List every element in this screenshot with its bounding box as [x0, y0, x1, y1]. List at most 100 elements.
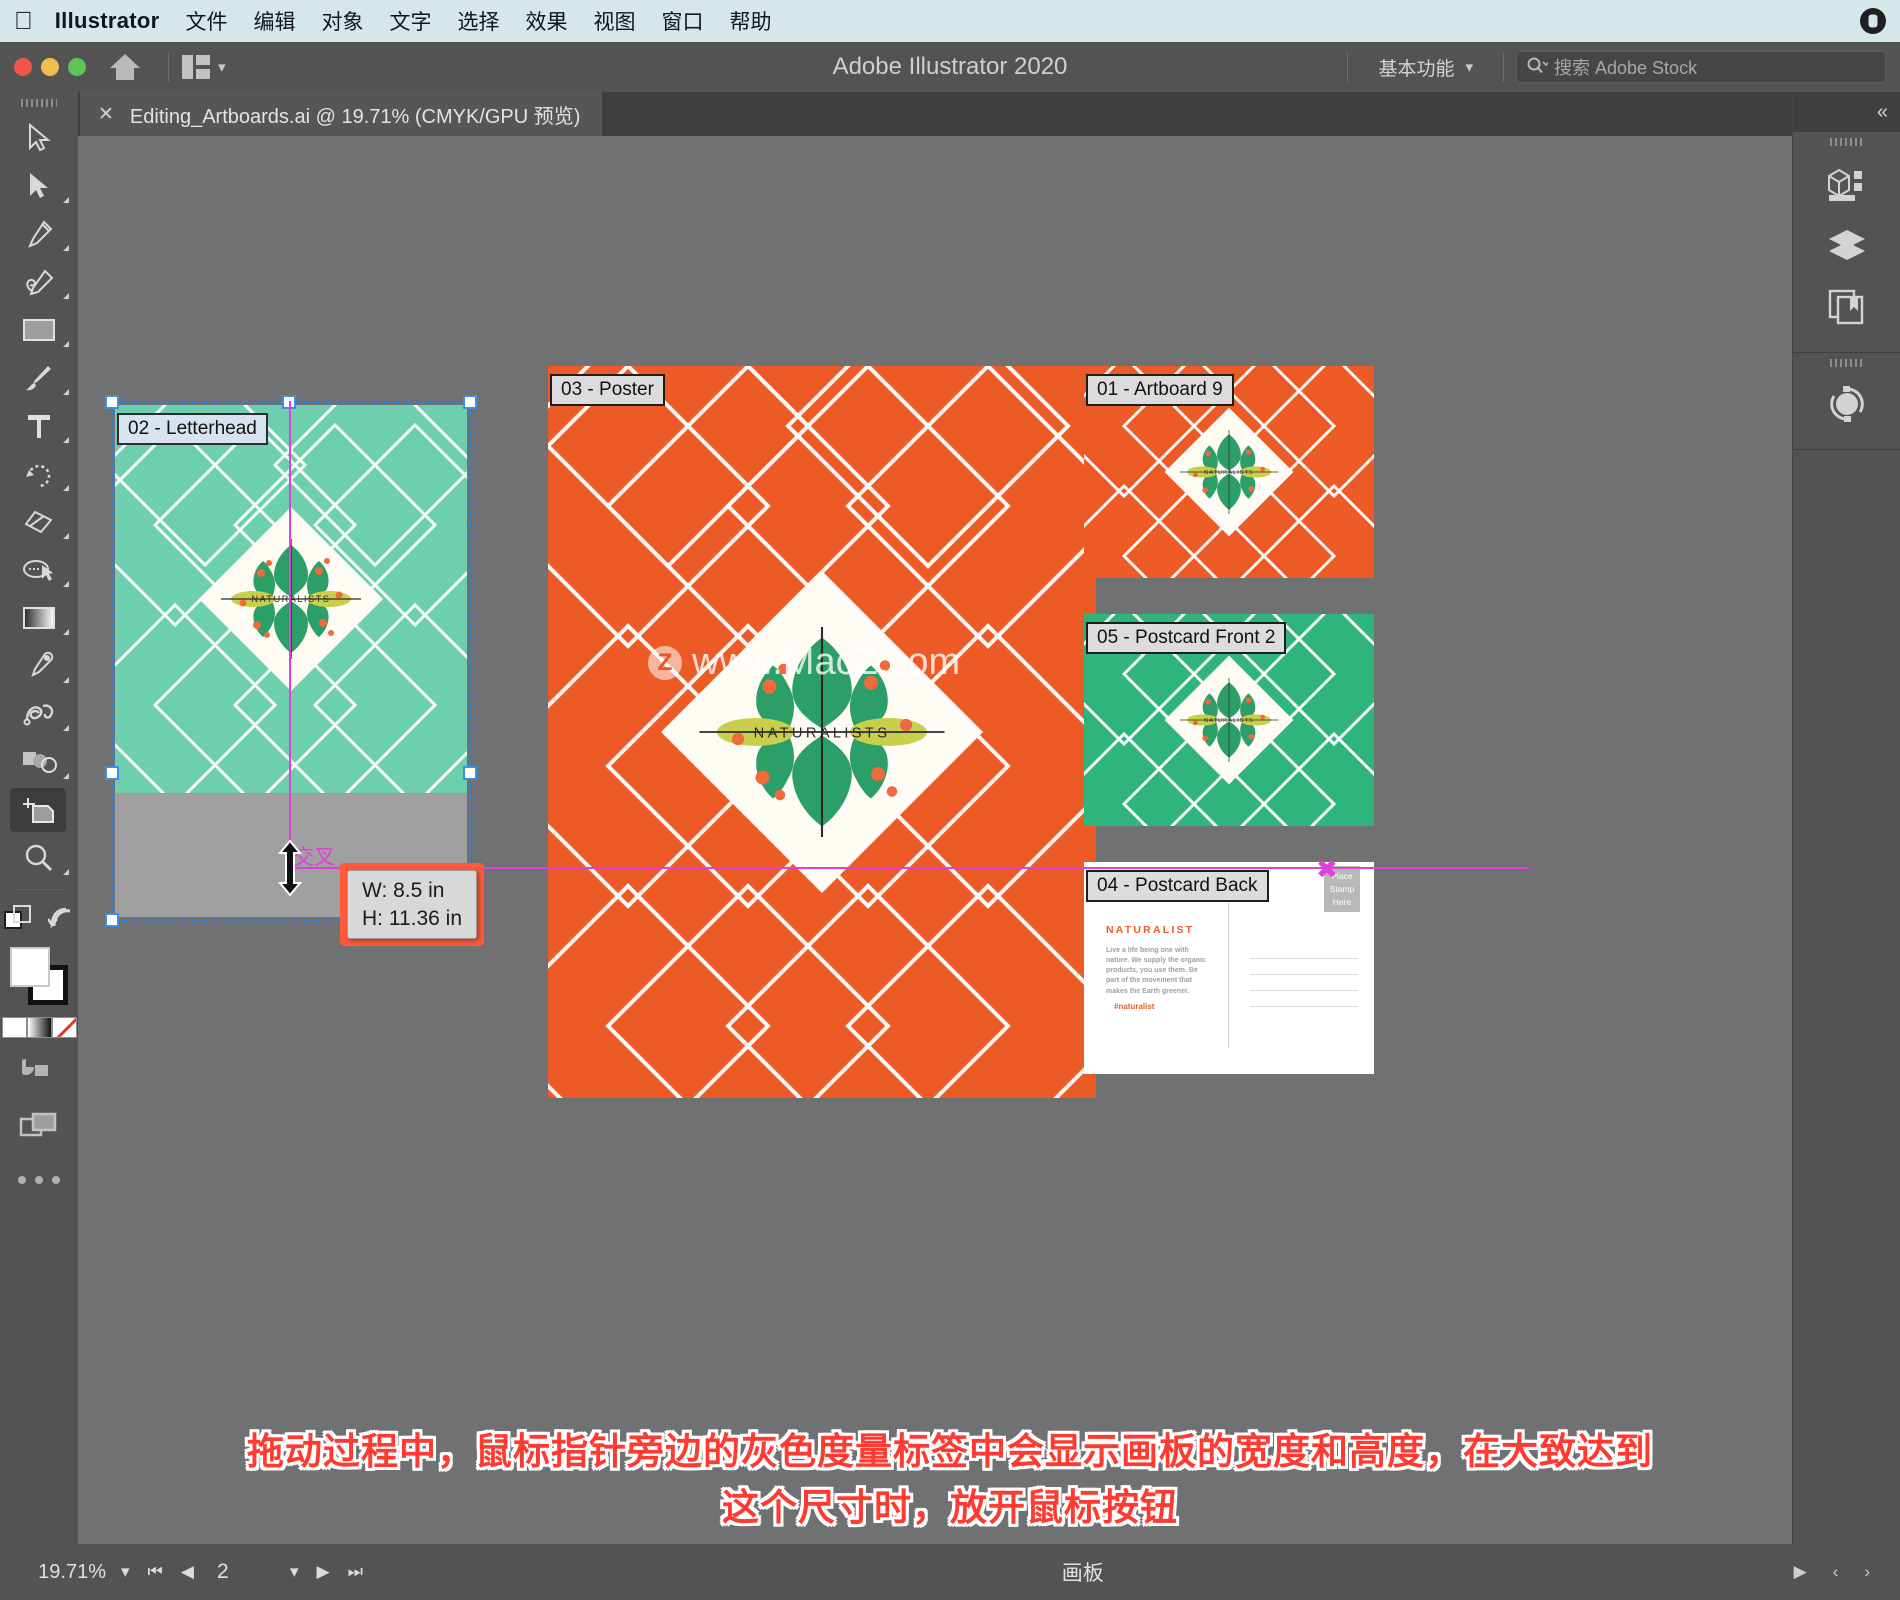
menu-object[interactable]: 对象: [322, 6, 364, 36]
menu-view[interactable]: 视图: [594, 6, 636, 36]
search-icon: [1526, 56, 1550, 79]
siri-icon[interactable]: [1860, 8, 1886, 34]
artboard-poster[interactable]: NATURALISTS 03 - Poster: [548, 366, 1096, 1098]
workspace-label: 基本功能: [1378, 58, 1455, 80]
tools-panel-grip[interactable]: [0, 92, 78, 114]
tools-secondary-row: [0, 897, 78, 943]
apple-logo-icon[interactable]: : [14, 8, 33, 34]
menu-edit[interactable]: 编辑: [254, 6, 296, 36]
edit-toolbar-ellipsis-icon[interactable]: [0, 1176, 78, 1184]
rotate-tool[interactable]: [0, 450, 78, 498]
artboard-label-poster[interactable]: 03 - Poster: [550, 374, 665, 406]
screen-mode-icon[interactable]: [4, 904, 34, 936]
menu-help[interactable]: 帮助: [730, 6, 772, 36]
panel-group-1-grip[interactable]: [1793, 132, 1900, 152]
fill-stroke-swatches[interactable]: [10, 947, 68, 1005]
tool-flyout-indicator-icon: [63, 389, 69, 395]
arrange-documents-icon[interactable]: ▾: [181, 54, 226, 80]
libraries-panel-icon[interactable]: [1793, 276, 1900, 338]
paintbrush-tool[interactable]: [0, 354, 78, 402]
properties-panel-icon[interactable]: [1793, 152, 1900, 214]
screen-mode-toggle-button[interactable]: [0, 1096, 78, 1154]
artboard-label-artboard9[interactable]: 01 - Artboard 9: [1086, 374, 1234, 406]
measurement-height: H: 11.36 in: [362, 906, 463, 930]
artboard-letterhead[interactable]: NATURALISTS 02 - Letterhead: [115, 405, 467, 793]
panels-dock: «: [1792, 92, 1900, 1600]
menu-select[interactable]: 选择: [458, 6, 500, 36]
macos-menubar:  Illustrator 文件 编辑 对象 文字 选择 效果 视图 窗口 帮助: [0, 0, 1900, 42]
application-titlebar: ▾ Adobe Illustrator 2020 基本功能 ▾ 搜索 Adobe…: [0, 42, 1900, 92]
menu-type[interactable]: 文字: [390, 6, 432, 36]
adobe-stock-search[interactable]: 搜索 Adobe Stock: [1516, 51, 1886, 83]
document-tabbar: ✕ Editing_Artboards.ai @ 19.71% (CMYK/GP…: [0, 92, 1900, 136]
titlebar-right-group: 基本功能 ▾ 搜索 Adobe Stock: [1335, 51, 1886, 83]
artboard-postcard-front[interactable]: NATURALISTS 05 - Postcard Front 2: [1084, 614, 1374, 826]
rectangle-tool[interactable]: [0, 306, 78, 354]
shape-builder-tool[interactable]: [0, 546, 78, 594]
tool-flyout-indicator-icon: [63, 293, 69, 299]
menubar-right-group: [1860, 8, 1886, 34]
undo-arrow-icon[interactable]: [46, 905, 74, 936]
pen-tool[interactable]: [0, 210, 78, 258]
menu-window[interactable]: 窗口: [662, 6, 704, 36]
artboard-number-value[interactable]: 2: [203, 1560, 281, 1584]
artboard-tool[interactable]: [0, 786, 78, 834]
selection-tool[interactable]: [0, 114, 78, 162]
artboard-chevron-down-icon[interactable]: ▾: [281, 1562, 308, 1582]
document-canvas[interactable]: NATURALISTS 02 - Letterhead 交叉 ✖ W: 8.5 …: [78, 136, 1792, 1568]
curvature-tool[interactable]: [0, 258, 78, 306]
artboard-label-postcard-front[interactable]: 05 - Postcard Front 2: [1086, 622, 1287, 654]
blend-tool[interactable]: [0, 690, 78, 738]
minimize-window-button[interactable]: [41, 58, 59, 76]
tool-flyout-indicator-icon: [63, 197, 69, 203]
status-prev-icon[interactable]: ‹: [1833, 1562, 1839, 1582]
letterhead-logo: NATURALISTS: [115, 405, 467, 793]
status-bar-right-group: ▶ ‹ ›: [1794, 1562, 1900, 1582]
status-next-icon[interactable]: ›: [1864, 1562, 1870, 1582]
collapse-panels-icon[interactable]: «: [1793, 92, 1900, 132]
close-window-button[interactable]: [14, 58, 32, 76]
next-artboard-icon[interactable]: ▶: [307, 1562, 338, 1582]
artboard-label-letterhead[interactable]: 02 - Letterhead: [117, 413, 268, 445]
zoom-level-value[interactable]: 19.71%: [0, 1561, 112, 1584]
draw-mode-button[interactable]: [0, 1038, 78, 1096]
layers-panel-icon[interactable]: [1793, 214, 1900, 276]
artboard-artboard9[interactable]: NATURALISTS 01 - Artboard 9: [1084, 366, 1374, 578]
tool-flyout-indicator-icon: [63, 341, 69, 347]
gradient-swatch-button[interactable]: [26, 1017, 52, 1038]
zoom-chevron-down-icon[interactable]: ▾: [112, 1562, 139, 1582]
last-artboard-icon[interactable]: ⏭: [339, 1562, 372, 1582]
type-tool[interactable]: [0, 402, 78, 450]
symbol-sprayer-tool[interactable]: [0, 738, 78, 786]
panel-group-2-grip[interactable]: [1793, 353, 1900, 373]
eraser-tool[interactable]: [0, 498, 78, 546]
first-artboard-icon[interactable]: ⏮: [139, 1562, 172, 1582]
eyedropper-tool[interactable]: [0, 642, 78, 690]
workspace-switcher[interactable]: 基本功能 ▾: [1360, 54, 1491, 81]
postcard-back-divider: [1228, 888, 1229, 1048]
tool-flyout-indicator-icon: [63, 677, 69, 683]
document-tab-label: Editing_Artboards.ai @ 19.71% (CMYK/GPU …: [129, 105, 581, 128]
previous-artboard-icon[interactable]: ◀: [172, 1562, 203, 1582]
home-icon[interactable]: [108, 52, 142, 82]
color-swatch-button[interactable]: [1, 1017, 27, 1038]
status-play-arrow-icon[interactable]: ▶: [1794, 1562, 1807, 1582]
status-mode-label[interactable]: 画板: [372, 1557, 1794, 1587]
menu-file[interactable]: 文件: [186, 6, 228, 36]
artboard-postcard-back[interactable]: NATURALIST Live a life being one with na…: [1084, 862, 1374, 1074]
color-themes-panel-icon[interactable]: [1793, 373, 1900, 435]
gradient-tool[interactable]: [0, 594, 78, 642]
menubar-app-name[interactable]: Illustrator: [55, 8, 160, 34]
artboard-label-postcard-back[interactable]: 04 - Postcard Back: [1086, 870, 1269, 902]
measurement-tooltip: W: 8.5 in H: 11.36 in: [340, 863, 485, 947]
fill-swatch[interactable]: [10, 947, 50, 987]
direct-selection-tool[interactable]: [0, 162, 78, 210]
document-tab[interactable]: ✕ Editing_Artboards.ai @ 19.71% (CMYK/GP…: [80, 92, 603, 136]
close-icon[interactable]: ✕: [98, 103, 114, 126]
smart-guide-vertical: [289, 401, 291, 871]
none-swatch-button[interactable]: [51, 1017, 77, 1038]
menu-effect[interactable]: 效果: [526, 6, 568, 36]
zoom-window-button[interactable]: [68, 58, 86, 76]
zoom-tool[interactable]: [0, 834, 78, 882]
tools-divider: [14, 889, 64, 890]
